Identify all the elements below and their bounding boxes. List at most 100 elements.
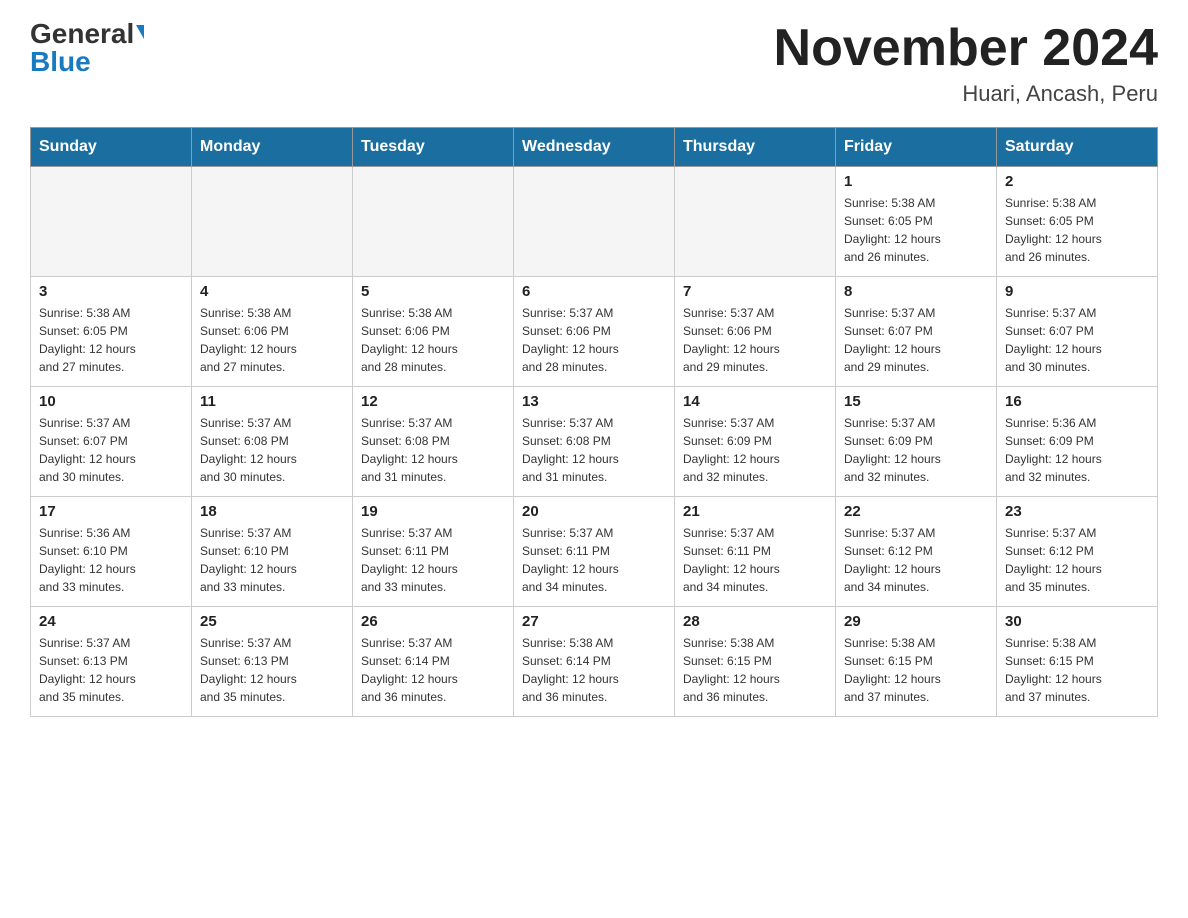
header-friday: Friday bbox=[836, 128, 997, 167]
calendar-day-cell: 6 Sunrise: 5:37 AM Sunset: 6:06 PM Daylig… bbox=[514, 277, 675, 387]
day-info: Sunrise: 5:37 AM Sunset: 6:12 PM Dayligh… bbox=[844, 524, 988, 596]
logo-triangle-icon bbox=[136, 25, 144, 39]
day-number: 21 bbox=[683, 503, 827, 520]
calendar-day-cell: 20 Sunrise: 5:37 AM Sunset: 6:11 PM Dayli… bbox=[514, 497, 675, 607]
header-thursday: Thursday bbox=[675, 128, 836, 167]
calendar-week-row: 3 Sunrise: 5:38 AM Sunset: 6:05 PM Daylig… bbox=[31, 277, 1158, 387]
calendar-day-cell: 5 Sunrise: 5:38 AM Sunset: 6:06 PM Daylig… bbox=[353, 277, 514, 387]
day-info: Sunrise: 5:37 AM Sunset: 6:11 PM Dayligh… bbox=[361, 524, 505, 596]
day-number: 6 bbox=[522, 283, 666, 300]
calendar-day-cell: 18 Sunrise: 5:37 AM Sunset: 6:10 PM Dayli… bbox=[192, 497, 353, 607]
logo-general-text: General bbox=[30, 20, 134, 48]
day-number: 22 bbox=[844, 503, 988, 520]
day-info: Sunrise: 5:37 AM Sunset: 6:06 PM Dayligh… bbox=[522, 304, 666, 376]
title-area: November 2024 Huari, Ancash, Peru bbox=[774, 20, 1158, 107]
day-info: Sunrise: 5:38 AM Sunset: 6:14 PM Dayligh… bbox=[522, 634, 666, 706]
day-number: 25 bbox=[200, 613, 344, 630]
calendar-day-cell: 9 Sunrise: 5:37 AM Sunset: 6:07 PM Daylig… bbox=[997, 277, 1158, 387]
calendar-day-cell: 2Sunrise: 5:38 AM Sunset: 6:05 PM Daylig… bbox=[997, 167, 1158, 277]
day-info: Sunrise: 5:38 AM Sunset: 6:05 PM Dayligh… bbox=[39, 304, 183, 376]
logo: General Blue bbox=[30, 20, 144, 76]
day-info: Sunrise: 5:37 AM Sunset: 6:09 PM Dayligh… bbox=[683, 414, 827, 486]
day-number: 19 bbox=[361, 503, 505, 520]
calendar-day-cell bbox=[192, 167, 353, 277]
day-number: 16 bbox=[1005, 393, 1149, 410]
calendar-day-cell: 12 Sunrise: 5:37 AM Sunset: 6:08 PM Dayli… bbox=[353, 387, 514, 497]
day-number: 1 bbox=[844, 173, 988, 190]
calendar-day-cell: 14 Sunrise: 5:37 AM Sunset: 6:09 PM Dayli… bbox=[675, 387, 836, 497]
calendar-day-cell: 25 Sunrise: 5:37 AM Sunset: 6:13 PM Dayli… bbox=[192, 607, 353, 717]
day-info: Sunrise: 5:38 AM Sunset: 6:06 PM Dayligh… bbox=[200, 304, 344, 376]
day-info: Sunrise: 5:37 AM Sunset: 6:08 PM Dayligh… bbox=[361, 414, 505, 486]
calendar-day-cell: 27Sunrise: 5:38 AM Sunset: 6:14 PM Dayli… bbox=[514, 607, 675, 717]
day-number: 8 bbox=[844, 283, 988, 300]
header-wednesday: Wednesday bbox=[514, 128, 675, 167]
day-number: 14 bbox=[683, 393, 827, 410]
day-number: 24 bbox=[39, 613, 183, 630]
day-info: Sunrise: 5:37 AM Sunset: 6:09 PM Dayligh… bbox=[844, 414, 988, 486]
day-number: 20 bbox=[522, 503, 666, 520]
day-info: Sunrise: 5:38 AM Sunset: 6:15 PM Dayligh… bbox=[683, 634, 827, 706]
day-info: Sunrise: 5:37 AM Sunset: 6:07 PM Dayligh… bbox=[1005, 304, 1149, 376]
calendar-day-cell: 17Sunrise: 5:36 AM Sunset: 6:10 PM Dayli… bbox=[31, 497, 192, 607]
calendar-day-cell bbox=[353, 167, 514, 277]
calendar-week-row: 1 Sunrise: 5:38 AM Sunset: 6:05 PM Daylig… bbox=[31, 167, 1158, 277]
logo-blue-text: Blue bbox=[30, 48, 91, 76]
day-info: Sunrise: 5:37 AM Sunset: 6:13 PM Dayligh… bbox=[200, 634, 344, 706]
day-number: 4 bbox=[200, 283, 344, 300]
location-subtitle: Huari, Ancash, Peru bbox=[774, 81, 1158, 107]
calendar-day-cell: 22 Sunrise: 5:37 AM Sunset: 6:12 PM Dayli… bbox=[836, 497, 997, 607]
day-number: 13 bbox=[522, 393, 666, 410]
calendar-day-cell: 10 Sunrise: 5:37 AM Sunset: 6:07 PM Dayli… bbox=[31, 387, 192, 497]
calendar-day-cell: 1 Sunrise: 5:38 AM Sunset: 6:05 PM Daylig… bbox=[836, 167, 997, 277]
day-info: Sunrise: 5:37 AM Sunset: 6:11 PM Dayligh… bbox=[683, 524, 827, 596]
day-number: 3 bbox=[39, 283, 183, 300]
month-year-title: November 2024 bbox=[774, 20, 1158, 77]
day-number: 18 bbox=[200, 503, 344, 520]
calendar-day-cell bbox=[514, 167, 675, 277]
day-number: 29 bbox=[844, 613, 988, 630]
header-sunday: Sunday bbox=[31, 128, 192, 167]
day-info: Sunrise: 5:37 AM Sunset: 6:07 PM Dayligh… bbox=[39, 414, 183, 486]
day-info: Sunrise: 5:38 AM Sunset: 6:05 PM Dayligh… bbox=[844, 194, 988, 266]
day-number: 30 bbox=[1005, 613, 1149, 630]
calendar-week-row: 17Sunrise: 5:36 AM Sunset: 6:10 PM Dayli… bbox=[31, 497, 1158, 607]
calendar-day-cell: 30 Sunrise: 5:38 AM Sunset: 6:15 PM Dayli… bbox=[997, 607, 1158, 717]
calendar-day-cell: 29 Sunrise: 5:38 AM Sunset: 6:15 PM Dayli… bbox=[836, 607, 997, 717]
day-info: Sunrise: 5:38 AM Sunset: 6:06 PM Dayligh… bbox=[361, 304, 505, 376]
day-number: 11 bbox=[200, 393, 344, 410]
calendar-day-cell: 8 Sunrise: 5:37 AM Sunset: 6:07 PM Daylig… bbox=[836, 277, 997, 387]
day-number: 10 bbox=[39, 393, 183, 410]
day-number: 5 bbox=[361, 283, 505, 300]
calendar-day-cell bbox=[31, 167, 192, 277]
day-info: Sunrise: 5:37 AM Sunset: 6:13 PM Dayligh… bbox=[39, 634, 183, 706]
calendar-day-cell: 23Sunrise: 5:37 AM Sunset: 6:12 PM Dayli… bbox=[997, 497, 1158, 607]
calendar-day-cell: 13 Sunrise: 5:37 AM Sunset: 6:08 PM Dayli… bbox=[514, 387, 675, 497]
calendar-day-cell: 19 Sunrise: 5:37 AM Sunset: 6:11 PM Dayli… bbox=[353, 497, 514, 607]
header-tuesday: Tuesday bbox=[353, 128, 514, 167]
calendar-day-cell: 15 Sunrise: 5:37 AM Sunset: 6:09 PM Dayli… bbox=[836, 387, 997, 497]
day-info: Sunrise: 5:38 AM Sunset: 6:15 PM Dayligh… bbox=[844, 634, 988, 706]
day-number: 12 bbox=[361, 393, 505, 410]
calendar-day-cell: 3 Sunrise: 5:38 AM Sunset: 6:05 PM Daylig… bbox=[31, 277, 192, 387]
day-info: Sunrise: 5:38 AM Sunset: 6:05 PM Dayligh… bbox=[1005, 194, 1149, 266]
calendar-week-row: 10 Sunrise: 5:37 AM Sunset: 6:07 PM Dayli… bbox=[31, 387, 1158, 497]
calendar-day-cell: 7Sunrise: 5:37 AM Sunset: 6:06 PM Daylig… bbox=[675, 277, 836, 387]
day-info: Sunrise: 5:37 AM Sunset: 6:10 PM Dayligh… bbox=[200, 524, 344, 596]
page-header: General Blue November 2024 Huari, Ancash… bbox=[30, 20, 1158, 107]
header-monday: Monday bbox=[192, 128, 353, 167]
day-info: Sunrise: 5:37 AM Sunset: 6:11 PM Dayligh… bbox=[522, 524, 666, 596]
day-info: Sunrise: 5:37 AM Sunset: 6:08 PM Dayligh… bbox=[200, 414, 344, 486]
day-info: Sunrise: 5:37 AM Sunset: 6:07 PM Dayligh… bbox=[844, 304, 988, 376]
day-info: Sunrise: 5:37 AM Sunset: 6:14 PM Dayligh… bbox=[361, 634, 505, 706]
day-number: 9 bbox=[1005, 283, 1149, 300]
day-info: Sunrise: 5:38 AM Sunset: 6:15 PM Dayligh… bbox=[1005, 634, 1149, 706]
calendar-day-cell: 21 Sunrise: 5:37 AM Sunset: 6:11 PM Dayli… bbox=[675, 497, 836, 607]
day-info: Sunrise: 5:37 AM Sunset: 6:08 PM Dayligh… bbox=[522, 414, 666, 486]
calendar-day-cell: 26 Sunrise: 5:37 AM Sunset: 6:14 PM Dayli… bbox=[353, 607, 514, 717]
day-number: 15 bbox=[844, 393, 988, 410]
calendar-week-row: 24 Sunrise: 5:37 AM Sunset: 6:13 PM Dayli… bbox=[31, 607, 1158, 717]
day-number: 26 bbox=[361, 613, 505, 630]
day-info: Sunrise: 5:37 AM Sunset: 6:06 PM Dayligh… bbox=[683, 304, 827, 376]
day-info: Sunrise: 5:37 AM Sunset: 6:12 PM Dayligh… bbox=[1005, 524, 1149, 596]
